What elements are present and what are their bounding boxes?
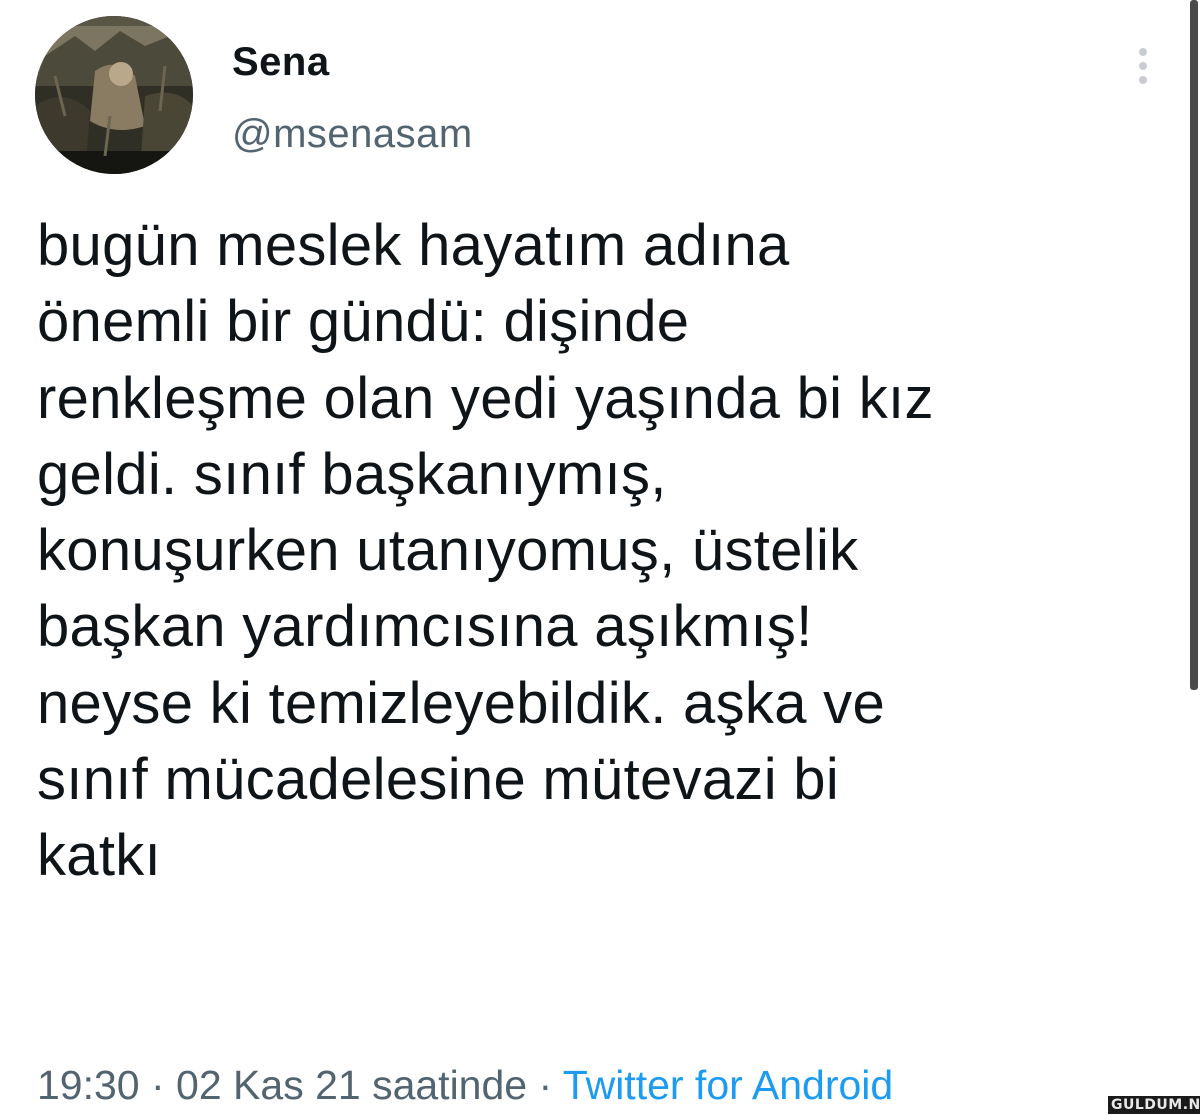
- tweet-text-line: bugün meslek hayatım adına: [37, 213, 790, 278]
- tweet-text-line: katkı: [37, 823, 161, 889]
- tweet-text-line: renkleşme olan yedi yaşında bi kız: [37, 365, 934, 431]
- tweet-text-line: neyse ki temizleyebildik. aşka ve: [37, 670, 886, 736]
- avatar[interactable]: [35, 16, 193, 174]
- tweet-text-line: konuşurken utanıyomuş, üstelik: [37, 518, 859, 584]
- scrollbar[interactable]: [1190, 0, 1198, 690]
- tweet-text: bugün meslek hayatım adına önemli bir gü…: [37, 208, 1162, 895]
- tweet-text-line: başkan yardımcısına aşıkmış!: [37, 594, 813, 660]
- author-handle[interactable]: @msenasam: [232, 112, 473, 156]
- author-display-name[interactable]: Sena: [232, 40, 330, 84]
- tweet-card: Sena @msenasam bugün meslek hayatım adın…: [0, 0, 1200, 1115]
- tweet-source-link[interactable]: Twitter for Android: [563, 1062, 893, 1108]
- tweet-text-line: önemli bir gündü: dişinde: [37, 289, 690, 355]
- tweet-date[interactable]: 02 Kas 21 saatinde: [176, 1062, 527, 1108]
- meta-separator: ·: [527, 1062, 563, 1108]
- tweet-time[interactable]: 19:30: [37, 1062, 140, 1108]
- tweet-text-line: sınıf mücadelesine mütevazi bi: [37, 747, 840, 813]
- more-vertical-icon[interactable]: [1128, 44, 1158, 88]
- tweet-meta: 19:30 · 02 Kas 21 saatinde · Twitter for…: [37, 1060, 893, 1110]
- profile-photo: [35, 16, 193, 174]
- tweet-text-line: geldi. sınıf başkanıymış,: [37, 441, 667, 507]
- meta-separator: ·: [139, 1062, 177, 1108]
- watermark-logo: GULDUM.NET: [1108, 1096, 1200, 1114]
